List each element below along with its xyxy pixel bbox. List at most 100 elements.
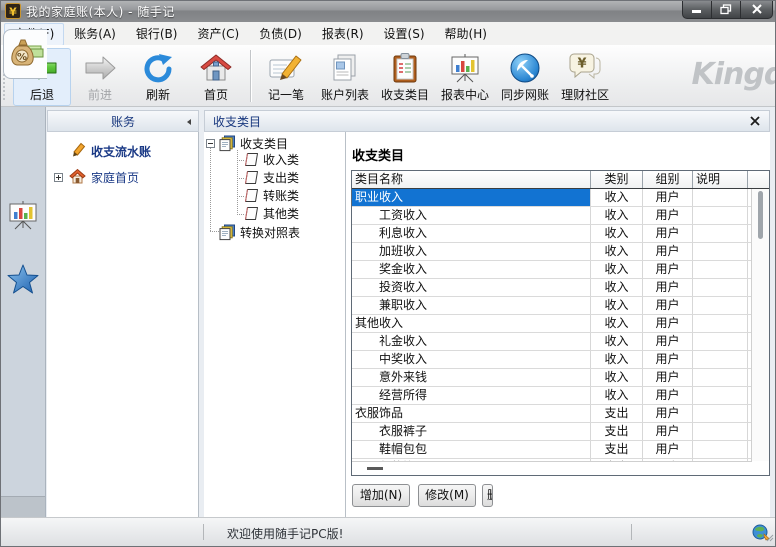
star-icon	[7, 263, 39, 298]
vertical-scrollbar-thumb[interactable]	[758, 191, 763, 239]
table-row[interactable]: 职业收入收入用户	[352, 189, 769, 207]
clipped-button[interactable]: 删	[482, 484, 493, 507]
statusbar: 欢迎使用随手记PC版!	[0, 517, 776, 547]
tree-connector	[237, 196, 244, 197]
cell-desc	[693, 387, 748, 404]
menu-item[interactable]: 银行(B)	[126, 23, 188, 46]
tree-item[interactable]: 其他类	[244, 205, 299, 222]
add-button[interactable]: 增加(N)	[352, 484, 410, 507]
vertical-scrollbar[interactable]	[751, 189, 769, 461]
column-header-desc[interactable]: 说明	[693, 171, 748, 188]
toolbar-button[interactable]: ¥理财社区	[555, 48, 615, 106]
minimize-button[interactable]	[682, 0, 712, 19]
toolbar-button[interactable]: 同步网账	[495, 48, 555, 106]
rail-tab-reports[interactable]	[6, 200, 40, 233]
column-header-name[interactable]: 类目名称	[352, 171, 591, 188]
toolbar: 后退前进刷新首页记一笔账户列表收支类目报表中心同步网账¥理财社区 Kingdee	[0, 45, 776, 107]
cell-name: 利息收入	[352, 225, 591, 242]
column-header-group[interactable]: 组别	[643, 171, 693, 188]
cell-name: 其他收入	[352, 315, 591, 332]
toolbar-button-label: 后退	[30, 86, 54, 103]
collapse-left-icon[interactable]	[185, 118, 193, 126]
horizontal-scrollbar-thumb[interactable]	[367, 467, 383, 470]
cell-group: 用户	[643, 207, 693, 224]
menu-item[interactable]: 设置(S)	[374, 23, 435, 46]
cell-group: 用户	[643, 351, 693, 368]
table-row[interactable]: 礼金收入收入用户	[352, 333, 769, 351]
table-row[interactable]: 加班收入收入用户	[352, 243, 769, 261]
toolbar-button[interactable]: 刷新	[129, 48, 187, 106]
titlebar: ¥ 我的家庭账(本人) - 随手记	[0, 0, 776, 23]
chart-board-icon	[6, 200, 40, 233]
toolbar-button-label: 刷新	[146, 86, 170, 103]
table-row[interactable]: 衣服裤子支出用户	[352, 423, 769, 441]
cell-desc	[693, 369, 748, 386]
collapse-minus-icon[interactable]	[206, 139, 215, 148]
accounts-panel	[47, 132, 199, 517]
cell-type: 支出	[591, 441, 643, 458]
table-row[interactable]: 经营所得收入用户	[352, 387, 769, 405]
table-row[interactable]: 其他收入收入用户	[352, 315, 769, 333]
toolbar-button[interactable]: 报表中心	[435, 48, 495, 106]
tree-connector	[210, 231, 219, 232]
tree-connector	[210, 146, 211, 231]
restore-button[interactable]	[711, 0, 741, 19]
close-button[interactable]	[740, 0, 773, 19]
menu-item[interactable]: 负债(D)	[249, 23, 312, 46]
horizontal-scrollbar[interactable]	[352, 461, 752, 475]
table-row[interactable]: 中奖收入收入用户	[352, 351, 769, 369]
menu-item[interactable]: 账务(A)	[64, 23, 126, 46]
toolbar-button-label: 记一笔	[268, 86, 304, 103]
tree-item-root[interactable]: 收支类目	[206, 135, 288, 152]
cell-group: 用户	[643, 189, 693, 206]
modify-button[interactable]: 修改(M)	[418, 484, 476, 507]
resize-grip[interactable]	[763, 531, 775, 546]
panel-close-icon[interactable]	[749, 115, 761, 127]
table-row[interactable]: 意外来钱收入用户	[352, 369, 769, 387]
cell-type: 收入	[591, 243, 643, 260]
rail-tab-favorites[interactable]	[6, 263, 40, 298]
note-icon	[269, 51, 303, 85]
cell-group: 用户	[643, 261, 693, 278]
column-header-type[interactable]: 类别	[591, 171, 643, 188]
brand-logo: Kingdee	[691, 57, 776, 92]
toolbar-button[interactable]: 收支类目	[375, 48, 435, 106]
expand-plus-icon[interactable]	[54, 173, 63, 182]
cell-type: 收入	[591, 387, 643, 404]
accounts-panel-title: 账务	[111, 113, 135, 130]
table-row[interactable]: 投资收入收入用户	[352, 279, 769, 297]
toolbar-button[interactable]: 前进	[71, 48, 129, 106]
table-row[interactable]: 利息收入收入用户	[352, 225, 769, 243]
tree-item-mapping-table[interactable]: 转换对照表	[219, 224, 300, 241]
table-row[interactable]: 工资收入收入用户	[352, 207, 769, 225]
cell-name: 意外来钱	[352, 369, 591, 386]
cell-type: 收入	[591, 369, 643, 386]
table-row[interactable]: 兼职收入收入用户	[352, 297, 769, 315]
cell-group: 用户	[643, 297, 693, 314]
tree-item[interactable]: 支出类	[244, 169, 299, 186]
category-panel-title: 收支类目	[213, 113, 261, 130]
cell-name: 职业收入	[352, 189, 591, 206]
tree-item[interactable]: 转账类	[244, 187, 299, 204]
rail-tab-accounts[interactable]: %	[3, 29, 47, 79]
toolbar-button-label: 收支类目	[381, 86, 429, 103]
toolbar-button[interactable]: 首页	[187, 48, 245, 106]
menu-item[interactable]: 资产(C)	[187, 23, 249, 46]
toolbar-button[interactable]: 记一笔	[257, 48, 315, 106]
toolbar-button[interactable]: 账户列表	[315, 48, 375, 106]
tree-item-label: 转换对照表	[240, 224, 300, 241]
cell-desc	[693, 225, 748, 242]
cell-desc	[693, 279, 748, 296]
table-row[interactable]: 衣服饰品支出用户	[352, 405, 769, 423]
sidebar-item-family-home[interactable]: 家庭首页	[54, 168, 139, 187]
table-row[interactable]: 鞋帽包包支出用户	[352, 441, 769, 459]
tree-item[interactable]: 收入类	[244, 151, 299, 168]
cell-desc	[693, 261, 748, 278]
cell-type: 收入	[591, 351, 643, 368]
menu-item[interactable]: 帮助(H)	[435, 23, 497, 46]
sidebar-item-cashflow[interactable]: 收支流水账	[70, 142, 151, 161]
window-controls	[683, 0, 773, 19]
cell-name: 经营所得	[352, 387, 591, 404]
menu-item[interactable]: 报表(R)	[312, 23, 374, 46]
table-row[interactable]: 奖金收入收入用户	[352, 261, 769, 279]
